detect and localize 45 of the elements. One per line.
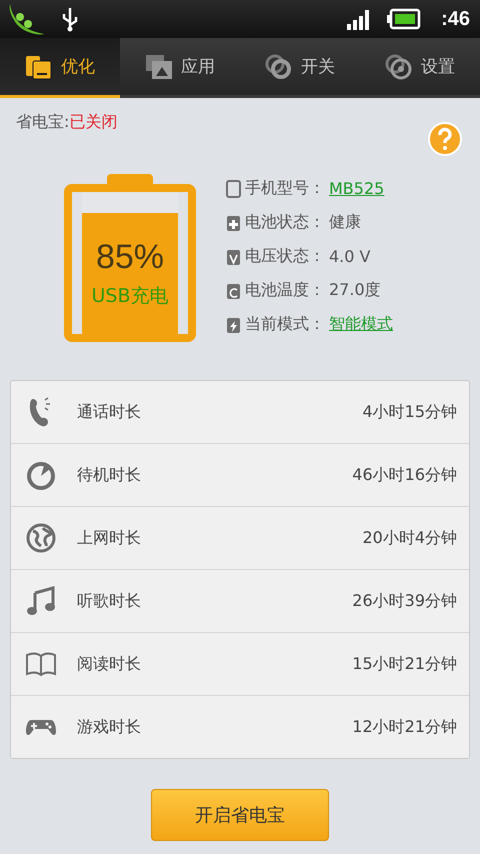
usage-label: 上网时长 xyxy=(77,528,142,548)
usb-icon xyxy=(60,6,80,32)
info-label: 手机型号： xyxy=(245,178,325,199)
folder-icon xyxy=(25,54,53,80)
status-time: :46 xyxy=(441,8,470,30)
help-icon[interactable] xyxy=(428,122,462,156)
tab[interactable]: 优化 xyxy=(0,38,120,98)
info-value: 27.0度 xyxy=(329,280,381,301)
picture-stack-icon xyxy=(145,54,173,80)
saver-status: 省电宝:已关闭 xyxy=(16,112,118,133)
usage-duration: 15小时21分钟 xyxy=(352,654,457,674)
target-icon xyxy=(385,54,413,80)
phone-icon xyxy=(226,180,241,198)
usage-label: 阅读时长 xyxy=(77,654,142,674)
usage-duration: 4小时15分钟 xyxy=(362,402,457,422)
usage-label: 听歌时长 xyxy=(77,590,142,612)
info-label: 电压状态： xyxy=(245,246,325,267)
battery-icon xyxy=(387,8,422,30)
charging-mode: USB充电 xyxy=(91,284,168,310)
pea-pod-icon xyxy=(8,2,46,36)
info-label: 当前模式： xyxy=(245,314,325,335)
info-label: 电池温度： xyxy=(245,280,325,301)
tab[interactable]: 开关 xyxy=(240,38,360,98)
usage-duration: 26小时39分钟 xyxy=(352,590,457,612)
stopwatch-icon xyxy=(25,459,57,491)
globe-icon xyxy=(25,522,57,554)
usage-label: 游戏时长 xyxy=(77,716,142,738)
usage-label: 通话时长 xyxy=(77,402,142,422)
tab[interactable]: 应用 xyxy=(120,38,240,98)
info-label: 电池状态： xyxy=(245,212,325,233)
battery-volt-icon xyxy=(226,248,241,266)
info-value: 健康 xyxy=(329,212,361,233)
usage-duration: 46小时16分钟 xyxy=(352,464,457,486)
battery-temperature-icon xyxy=(226,282,241,300)
info-value: 4.0 V xyxy=(329,247,370,266)
enable-saver-button[interactable]: 开启省电宝 xyxy=(151,789,329,841)
tab[interactable]: 设置 xyxy=(360,38,480,98)
battery-bolt-icon xyxy=(226,316,241,334)
usage-label: 待机时长 xyxy=(77,464,142,486)
rings-icon xyxy=(265,54,293,80)
usage-duration: 20小时4分钟 xyxy=(362,528,457,548)
music-note-icon xyxy=(25,585,57,617)
battery-plus-icon xyxy=(226,214,241,232)
usage-duration: 12小时21分钟 xyxy=(352,716,457,738)
battery-percent: 85% xyxy=(96,238,164,278)
